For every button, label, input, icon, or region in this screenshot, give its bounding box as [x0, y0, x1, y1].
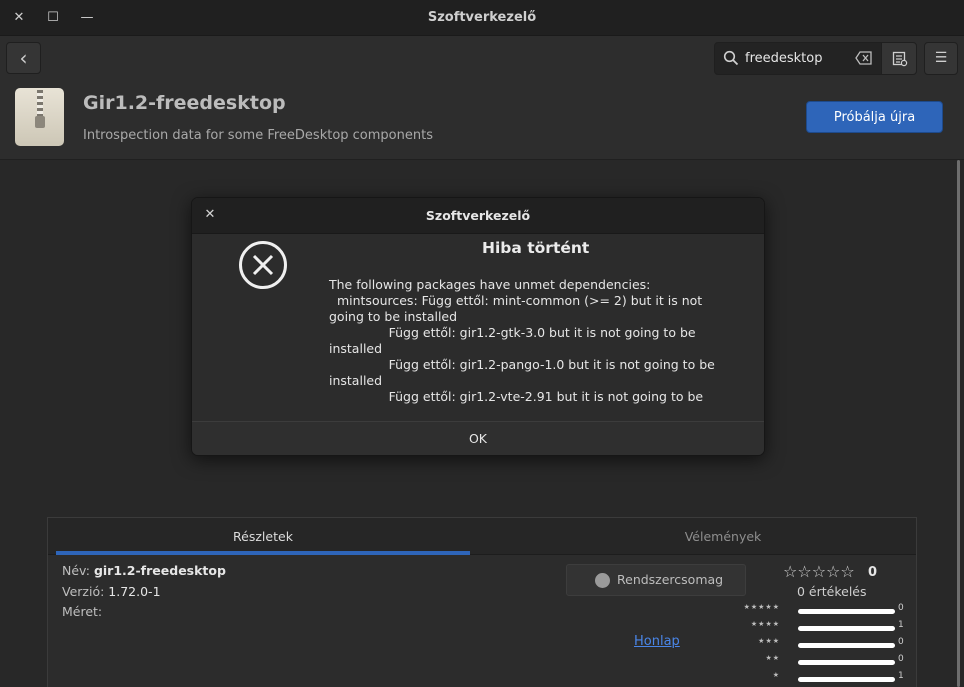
dialog-title: Szoftverkezelő: [425, 208, 531, 223]
rating-row-stars-icon: ★★★★★: [743, 603, 780, 611]
scrollbar[interactable]: [957, 160, 960, 687]
tab-reviews[interactable]: Vélemények: [513, 518, 933, 555]
rating-row-stars-icon: ★★★: [758, 637, 780, 645]
system-package-button[interactable]: Rendszercsomag: [566, 564, 746, 596]
system-package-label: Rendszercsomag: [617, 572, 724, 587]
rating-row-3: ★★★ 0: [748, 637, 918, 650]
property-version: Verzió: 1.72.0-1: [62, 584, 161, 599]
rating-row-count: 1: [898, 671, 904, 681]
retry-button[interactable]: Próbálja újra: [806, 101, 943, 133]
rating-row-count: 0: [898, 654, 904, 664]
rating-row-5: ★★★★★ 0: [744, 603, 918, 616]
toolbar: ‹ freedesktop ☰: [0, 36, 964, 82]
main-menu-button[interactable]: ☰: [924, 42, 958, 75]
app-header: Gir1.2-freedesktop Introspection data fo…: [0, 82, 964, 160]
rating-row-1: ★ 1: [748, 671, 918, 684]
rating-row-bar: [798, 643, 895, 648]
tab-details[interactable]: Részletek: [56, 518, 470, 555]
property-size-label: Méret:: [62, 604, 103, 619]
error-dialog: ✕ Szoftverkezelő Hiba történt The follow…: [191, 197, 765, 456]
window-title: Szoftverkezelő: [427, 10, 537, 25]
rating-row-stars-icon: ★★★★: [750, 620, 780, 628]
details-panel: Részletek Vélemények Név: gir1.2-freedes…: [47, 517, 917, 687]
rating-count: 0 értékelés: [797, 584, 867, 599]
linux-mint-icon: [595, 573, 610, 588]
history-list-icon: [892, 51, 908, 67]
archive-icon: [15, 88, 64, 146]
rating-row-bar: [798, 677, 895, 682]
property-size: Méret:: [62, 604, 102, 619]
search-icon: [723, 50, 739, 66]
rating-row-count: 1: [898, 620, 904, 630]
app-description: Introspection data for some FreeDesktop …: [83, 128, 433, 143]
average-rating-stars-icon: ☆☆☆☆☆: [783, 562, 855, 581]
property-name-label: Név:: [62, 563, 90, 578]
archive-zipper-pull: [35, 116, 45, 128]
property-version-label: Verzió:: [62, 584, 105, 599]
rating-row-4: ★★★★ 1: [748, 620, 918, 633]
back-button[interactable]: ‹: [6, 42, 41, 74]
rating-row-bar: [798, 660, 895, 665]
property-name: Név: gir1.2-freedesktop: [62, 563, 226, 578]
tab-bar: Részletek Vélemények: [48, 518, 916, 555]
rating-row-count: 0: [898, 637, 904, 647]
search-input[interactable]: freedesktop: [714, 42, 882, 75]
clear-search-icon[interactable]: [855, 50, 873, 66]
window-titlebar: ✕ ☐ — Szoftverkezelő: [0, 0, 964, 36]
history-button[interactable]: [881, 42, 917, 75]
search-input-value: freedesktop: [745, 51, 823, 66]
rating-row-stars-icon: ★: [772, 671, 780, 679]
property-name-value: gir1.2-freedesktop: [93, 563, 226, 578]
homepage-link[interactable]: Honlap: [634, 634, 680, 649]
rating-row-stars-icon: ★★: [765, 654, 780, 662]
property-version-value: 1.72.0-1: [108, 584, 161, 599]
app-name: Gir1.2-freedesktop: [83, 92, 286, 114]
dialog-message: The following packages have unmet depend…: [329, 277, 715, 404]
rating-row-bar: [798, 609, 895, 614]
average-rating-value: 0: [868, 565, 878, 580]
dialog-heading: Hiba történt: [482, 239, 590, 257]
rating-row-2: ★★ 0: [748, 654, 918, 667]
dialog-titlebar: ✕ Szoftverkezelő: [192, 198, 764, 234]
rating-row-bar: [798, 626, 895, 631]
rating-row-count: 0: [898, 603, 904, 613]
error-icon: [239, 241, 287, 289]
ok-button[interactable]: OK: [192, 421, 764, 455]
